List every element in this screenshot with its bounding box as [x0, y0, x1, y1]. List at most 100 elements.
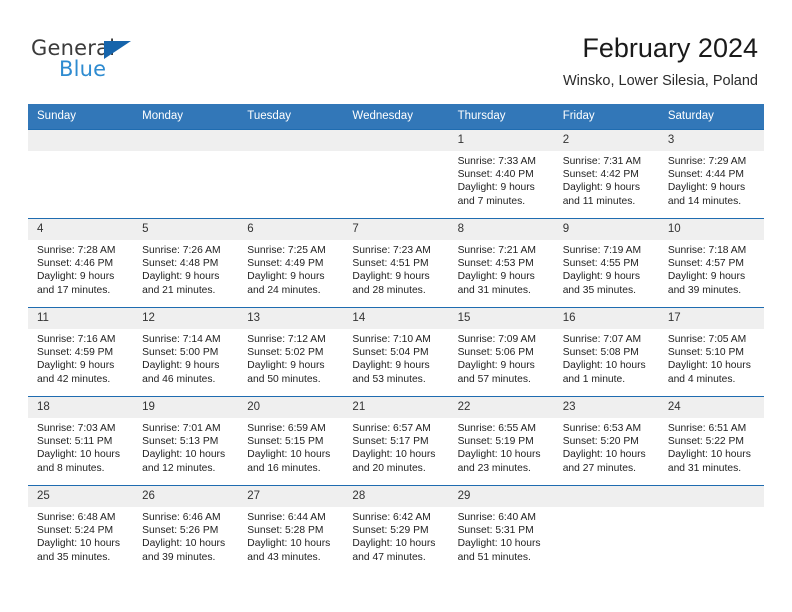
sunrise-text: Sunrise: 7:23 AM	[352, 245, 431, 256]
day-cell[interactable]: 20 Sunrise: 6:59 AM Sunset: 5:15 PM Dayl…	[238, 397, 344, 485]
sunrise-text: Sunrise: 7:21 AM	[457, 245, 536, 256]
day-number: 8	[448, 219, 554, 240]
day-info: Sunrise: 7:14 AM Sunset: 5:00 PM Dayligh…	[133, 329, 238, 386]
sunset-text: Sunset: 5:29 PM	[352, 525, 429, 537]
sunset-text: Sunset: 4:42 PM	[562, 169, 639, 181]
sunset-text: Sunset: 5:22 PM	[667, 436, 744, 448]
day-info: Sunrise: 7:09 AM Sunset: 5:06 PM Dayligh…	[449, 329, 554, 386]
day-cell[interactable]: 18 Sunrise: 7:03 AM Sunset: 5:11 PM Dayl…	[28, 397, 134, 485]
sunrise-text: Sunrise: 6:51 AM	[667, 423, 747, 434]
day-cell[interactable]: 29 Sunrise: 6:40 AM Sunset: 5:31 PM Dayl…	[448, 486, 554, 574]
day-cell[interactable]: 5 Sunrise: 7:26 AM Sunset: 4:48 PM Dayli…	[133, 219, 239, 307]
sunset-text: Sunset: 5:28 PM	[247, 525, 324, 537]
day-number: 29	[448, 486, 554, 507]
sunset-text: Sunset: 5:17 PM	[352, 436, 429, 448]
sunset-text: Sunset: 5:13 PM	[142, 436, 219, 448]
day-cell[interactable]: 22 Sunrise: 6:55 AM Sunset: 5:19 PM Dayl…	[448, 397, 554, 485]
day-number: 11	[28, 308, 134, 329]
day-cell[interactable]: 26 Sunrise: 6:46 AM Sunset: 5:26 PM Dayl…	[133, 486, 239, 574]
sunrise-text: Sunrise: 7:25 AM	[247, 245, 326, 256]
day-cell[interactable]	[238, 130, 344, 218]
day-cell[interactable]: 28 Sunrise: 6:42 AM Sunset: 5:29 PM Dayl…	[343, 486, 449, 574]
day-cell[interactable]: 11 Sunrise: 7:16 AM Sunset: 4:59 PM Dayl…	[28, 308, 134, 396]
day-cell[interactable]: 24 Sunrise: 6:51 AM Sunset: 5:22 PM Dayl…	[658, 397, 764, 485]
day-info: Sunrise: 6:53 AM Sunset: 5:20 PM Dayligh…	[554, 418, 659, 475]
calendar-grid: Sunday Monday Tuesday Wednesday Thursday…	[28, 104, 764, 574]
day-info: Sunrise: 7:28 AM Sunset: 4:46 PM Dayligh…	[28, 240, 133, 297]
daylight-text-line1: Daylight: 10 hours	[247, 538, 331, 550]
daylight-text-line2: and 21 minutes.	[142, 284, 216, 296]
day-cell[interactable]: 21 Sunrise: 6:57 AM Sunset: 5:17 PM Dayl…	[343, 397, 449, 485]
day-cell[interactable]: 27 Sunrise: 6:44 AM Sunset: 5:28 PM Dayl…	[238, 486, 344, 574]
daylight-text-line1: Daylight: 10 hours	[352, 449, 436, 461]
daylight-text-line2: and 35 minutes.	[562, 284, 636, 296]
daylight-text-line1: Daylight: 9 hours	[37, 360, 115, 372]
sunset-text: Sunset: 5:20 PM	[562, 436, 639, 448]
day-number: 14	[343, 308, 449, 329]
day-cell[interactable]: 9 Sunrise: 7:19 AM Sunset: 4:55 PM Dayli…	[553, 219, 659, 307]
day-info: Sunrise: 7:05 AM Sunset: 5:10 PM Dayligh…	[659, 329, 764, 386]
daylight-text-line1: Daylight: 9 hours	[142, 360, 220, 372]
daylight-text-line2: and 8 minutes.	[37, 462, 105, 474]
day-cell[interactable]: 13 Sunrise: 7:12 AM Sunset: 5:02 PM Dayl…	[238, 308, 344, 396]
day-number: 21	[343, 397, 449, 418]
day-cell[interactable]: 10 Sunrise: 7:18 AM Sunset: 4:57 PM Dayl…	[658, 219, 764, 307]
daylight-text-line1: Daylight: 10 hours	[142, 538, 226, 550]
daylight-text-line1: Daylight: 9 hours	[667, 271, 746, 283]
daylight-text-line2: and 46 minutes.	[142, 373, 216, 385]
day-cell[interactable]	[658, 486, 764, 574]
sunset-text: Sunset: 5:10 PM	[667, 347, 744, 359]
day-cell[interactable]: 25 Sunrise: 6:48 AM Sunset: 5:24 PM Dayl…	[28, 486, 134, 574]
sunset-text: Sunset: 4:40 PM	[457, 169, 534, 181]
day-cell[interactable]: 15 Sunrise: 7:09 AM Sunset: 5:06 PM Dayl…	[448, 308, 554, 396]
day-cell[interactable]: 8 Sunrise: 7:21 AM Sunset: 4:53 PM Dayli…	[448, 219, 554, 307]
day-cell[interactable]: 6 Sunrise: 7:25 AM Sunset: 4:49 PM Dayli…	[238, 219, 344, 307]
day-number	[553, 486, 659, 507]
day-info: Sunrise: 6:44 AM Sunset: 5:28 PM Dayligh…	[238, 507, 343, 564]
logo-triangle-icon	[104, 41, 131, 59]
day-cell[interactable]: 16 Sunrise: 7:07 AM Sunset: 5:08 PM Dayl…	[553, 308, 659, 396]
day-cell[interactable]: 2 Sunrise: 7:31 AM Sunset: 4:42 PM Dayli…	[553, 130, 659, 218]
day-cell[interactable]: 14 Sunrise: 7:10 AM Sunset: 5:04 PM Dayl…	[343, 308, 449, 396]
sunset-text: Sunset: 4:48 PM	[142, 258, 219, 270]
weekday-header-thursday: Thursday	[457, 110, 506, 122]
sunrise-text: Sunrise: 6:59 AM	[247, 423, 326, 434]
day-number	[133, 130, 239, 151]
daylight-text-line2: and 31 minutes.	[457, 284, 531, 296]
day-number: 3	[658, 130, 764, 151]
daylight-text-line2: and 4 minutes.	[667, 373, 736, 385]
day-cell[interactable]: 4 Sunrise: 7:28 AM Sunset: 4:46 PM Dayli…	[28, 219, 134, 307]
day-number: 12	[133, 308, 239, 329]
daylight-text-line1: Daylight: 10 hours	[457, 538, 541, 550]
daylight-text-line1: Daylight: 10 hours	[667, 449, 751, 461]
sunrise-text: Sunrise: 7:16 AM	[37, 334, 116, 345]
day-cell[interactable]	[343, 130, 449, 218]
day-cell[interactable]: 1 Sunrise: 7:33 AM Sunset: 4:40 PM Dayli…	[448, 130, 554, 218]
day-cell[interactable]: 7 Sunrise: 7:23 AM Sunset: 4:51 PM Dayli…	[343, 219, 449, 307]
sunrise-text: Sunrise: 7:18 AM	[667, 245, 747, 256]
day-info: Sunrise: 6:57 AM Sunset: 5:17 PM Dayligh…	[343, 418, 448, 475]
page-title: February 2024	[582, 33, 758, 63]
day-cell[interactable]: 19 Sunrise: 7:01 AM Sunset: 5:13 PM Dayl…	[133, 397, 239, 485]
daylight-text-line2: and 53 minutes.	[352, 373, 426, 385]
daylight-text-line2: and 1 minute.	[562, 373, 626, 385]
day-cell[interactable]: 3 Sunrise: 7:29 AM Sunset: 4:44 PM Dayli…	[658, 130, 764, 218]
calendar-week-row: 4 Sunrise: 7:28 AM Sunset: 4:46 PM Dayli…	[28, 218, 764, 307]
day-cell[interactable]: 17 Sunrise: 7:05 AM Sunset: 5:10 PM Dayl…	[658, 308, 764, 396]
day-cell[interactable]: 12 Sunrise: 7:14 AM Sunset: 5:00 PM Dayl…	[133, 308, 239, 396]
daylight-text-line1: Daylight: 10 hours	[142, 449, 226, 461]
day-cell[interactable]	[133, 130, 239, 218]
day-cell[interactable]	[28, 130, 134, 218]
day-number: 9	[553, 219, 659, 240]
logo-text-blue: Blue	[59, 57, 107, 81]
day-info: Sunrise: 6:51 AM Sunset: 5:22 PM Dayligh…	[659, 418, 764, 475]
sunset-text: Sunset: 5:02 PM	[247, 347, 324, 359]
day-cell[interactable]	[553, 486, 659, 574]
daylight-text-line2: and 28 minutes.	[352, 284, 426, 296]
weekday-header-friday: Friday	[562, 110, 595, 122]
day-info: Sunrise: 6:48 AM Sunset: 5:24 PM Dayligh…	[28, 507, 133, 564]
sunset-text: Sunset: 4:51 PM	[352, 258, 429, 270]
sunrise-text: Sunrise: 6:48 AM	[37, 512, 116, 523]
weekday-header-wednesday: Wednesday	[352, 110, 413, 122]
day-cell[interactable]: 23 Sunrise: 6:53 AM Sunset: 5:20 PM Dayl…	[553, 397, 659, 485]
